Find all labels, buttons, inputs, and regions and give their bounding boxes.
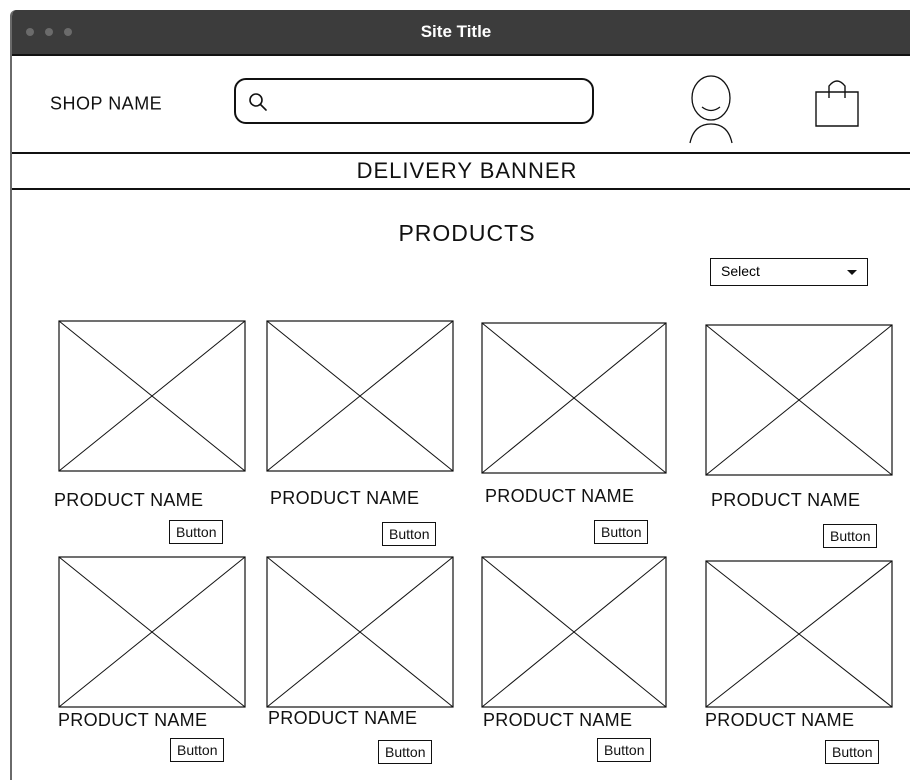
product-button[interactable]: Button [382,522,437,546]
product-button[interactable]: Button [823,524,878,548]
product-button[interactable]: Button [594,520,649,544]
image-placeholder [705,560,893,708]
chevron-down-icon[interactable] [847,270,857,275]
products-heading: PRODUCTS [398,220,536,246]
image-placeholder [58,320,246,472]
image-placeholder [266,320,454,472]
sort-select-value: Select [721,263,760,279]
product-name[interactable]: PRODUCT NAME [485,486,634,507]
product-button[interactable]: Button [378,740,433,764]
product-name[interactable]: PRODUCT NAME [705,710,854,731]
product-name[interactable]: PRODUCT NAME [483,710,632,731]
product-name[interactable]: PRODUCT NAME [711,490,860,511]
product-name[interactable]: PRODUCT NAME [58,710,207,731]
product-name[interactable]: PRODUCT NAME [270,488,419,509]
shopping-bag-icon[interactable] [812,78,862,128]
search-bar[interactable] [234,78,594,124]
image-placeholder [58,556,246,708]
user-icon[interactable] [688,74,734,144]
search-input[interactable] [236,79,592,123]
shop-name-logo[interactable]: SHOP NAME [50,94,162,115]
product-name[interactable]: PRODUCT NAME [54,490,203,511]
image-placeholder [266,556,454,708]
sort-select[interactable]: Select [710,258,868,286]
site-header: SHOP NAME [12,54,910,154]
product-button[interactable]: Button [169,520,224,544]
product-button[interactable]: Button [170,738,225,762]
image-placeholder [481,322,667,474]
product-name[interactable]: PRODUCT NAME [268,708,417,729]
search-icon[interactable] [248,92,268,112]
window-title: Site Title [420,22,492,41]
product-button[interactable]: Button [597,738,652,762]
image-placeholder [481,556,667,708]
product-button[interactable]: Button [825,740,880,764]
image-placeholder [705,324,893,476]
browser-window: Site Title SHOP NAME DELIVERY BANNER PRO… [10,10,910,780]
title-bar: Site Title [12,10,910,54]
delivery-banner: DELIVERY BANNER [12,152,910,190]
